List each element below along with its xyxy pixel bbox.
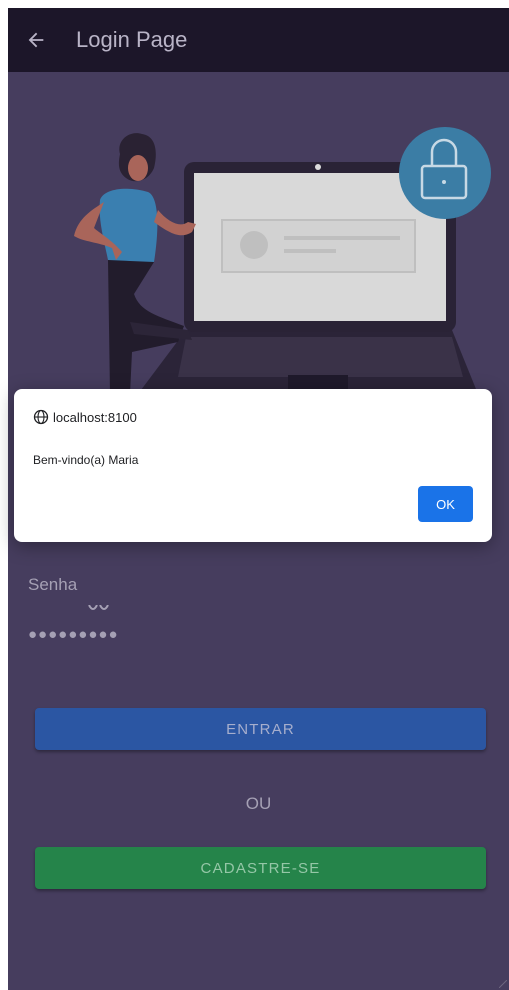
login-button[interactable]: ENTRAR xyxy=(35,708,486,750)
email-field-fragment xyxy=(86,602,112,612)
dialog-origin: localhost:8100 xyxy=(33,409,137,425)
globe-icon xyxy=(33,409,49,425)
page-title: Login Page xyxy=(76,27,188,52)
signup-button[interactable]: CADASTRE-SE xyxy=(35,847,486,889)
login-illustration xyxy=(74,127,491,394)
toolbar: Login Page xyxy=(8,8,509,72)
resize-grip-icon[interactable] xyxy=(499,980,507,988)
arrow-left-icon xyxy=(28,32,44,48)
alert-dialog: localhost:8100 Bem-vindo(a) Maria OK xyxy=(14,389,492,542)
dialog-message: Bem-vindo(a) Maria xyxy=(33,453,139,467)
dialog-origin-text: localhost:8100 xyxy=(53,409,137,425)
password-label: Senha xyxy=(28,575,78,594)
back-button[interactable] xyxy=(8,8,64,72)
ok-button[interactable]: OK xyxy=(418,486,473,522)
password-input[interactable]: ●●●●●●●●● xyxy=(28,626,119,643)
or-divider-text: OU xyxy=(245,794,272,813)
